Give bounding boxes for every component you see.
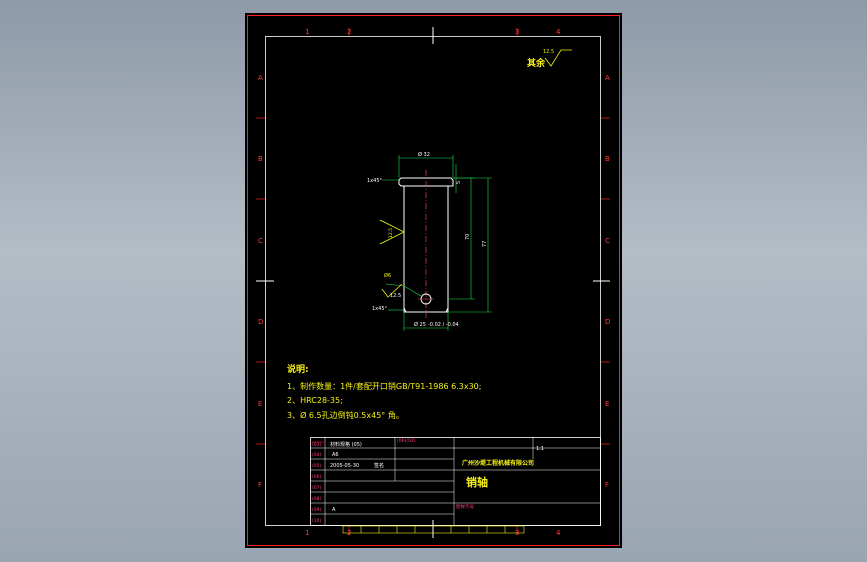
svg-text:70: 70	[465, 234, 471, 240]
note-2: 2、HRC28-35;	[287, 396, 343, 405]
svg-text:(09): (09)	[312, 507, 321, 513]
zone-col-top-4: 4	[556, 28, 561, 36]
material-code: A6	[332, 452, 339, 458]
zone-col-bottom-4: 4	[556, 529, 561, 537]
svg-text:B: B	[258, 155, 263, 163]
svg-text:(06): (06)	[312, 474, 321, 480]
svg-text:A: A	[605, 74, 610, 82]
svg-text:77: 77	[482, 241, 488, 247]
svg-text:(05): (05)	[312, 463, 321, 469]
svg-text:(08): (08)	[312, 496, 321, 502]
version: A	[332, 507, 336, 513]
note-3: 3、Ø 6.5孔边倒钝0.5x45° 角。	[287, 410, 404, 420]
svg-text:F: F	[605, 481, 609, 489]
svg-text:其余: 其余	[527, 57, 546, 69]
zone-col-top-3: 3	[515, 28, 519, 36]
drawing-no-label: 图样代号	[456, 503, 474, 510]
svg-text:F: F	[258, 481, 262, 489]
svg-text:Ø 25: Ø 25	[414, 321, 426, 328]
svg-text:C: C	[258, 237, 263, 245]
svg-text:D: D	[605, 318, 610, 326]
svg-text:12.5: 12.5	[390, 293, 401, 299]
svg-text:Ø 32: Ø 32	[418, 151, 430, 158]
svg-text:C: C	[605, 237, 610, 245]
part-name: 销轴	[466, 475, 488, 489]
svg-text:Ø6: Ø6	[384, 272, 391, 279]
svg-text:E: E	[605, 400, 609, 408]
material-label: 材料规格 (05)	[330, 441, 362, 448]
scale-value: 1:1	[536, 446, 544, 452]
zone-col-top-2: 2	[347, 28, 351, 36]
note-1: 1、制作数量：1件/套配开口销GB/T91-1986 6.3x30;	[287, 381, 481, 391]
svg-text:1x45°: 1x45°	[372, 306, 388, 312]
zone-col-top-1: 1	[305, 28, 309, 36]
svg-text:-0.02 / -0.04: -0.02 / -0.04	[428, 322, 459, 328]
svg-text:(10): (10)	[312, 518, 321, 524]
cad-viewport[interactable]: 1 2 3 4 1 2 3 4 A B C D E F A B C D E F …	[0, 0, 867, 562]
svg-text:(07): (07)	[312, 485, 321, 491]
drawing-date: 2005-05-30	[330, 463, 359, 469]
rev-label: (06)(02)	[397, 438, 416, 444]
zone-col-bottom-1: 1	[305, 529, 309, 537]
svg-text:1x45°: 1x45°	[367, 178, 383, 184]
svg-text:12.5: 12.5	[388, 228, 394, 238]
svg-text:D: D	[258, 318, 263, 326]
svg-text:5: 5	[456, 181, 462, 184]
notes-title: 说明:	[287, 363, 309, 375]
company-name: 广州沙堤工程机械有限公司	[462, 459, 534, 467]
svg-text:(03): (03)	[312, 442, 321, 448]
svg-text:A: A	[258, 74, 263, 82]
svg-text:12.5: 12.5	[543, 49, 554, 55]
drawing-sheet	[245, 13, 622, 548]
approval-label: 签名	[374, 462, 384, 469]
svg-text:B: B	[605, 155, 610, 163]
svg-text:(04): (04)	[312, 452, 321, 458]
svg-text:E: E	[258, 400, 262, 408]
